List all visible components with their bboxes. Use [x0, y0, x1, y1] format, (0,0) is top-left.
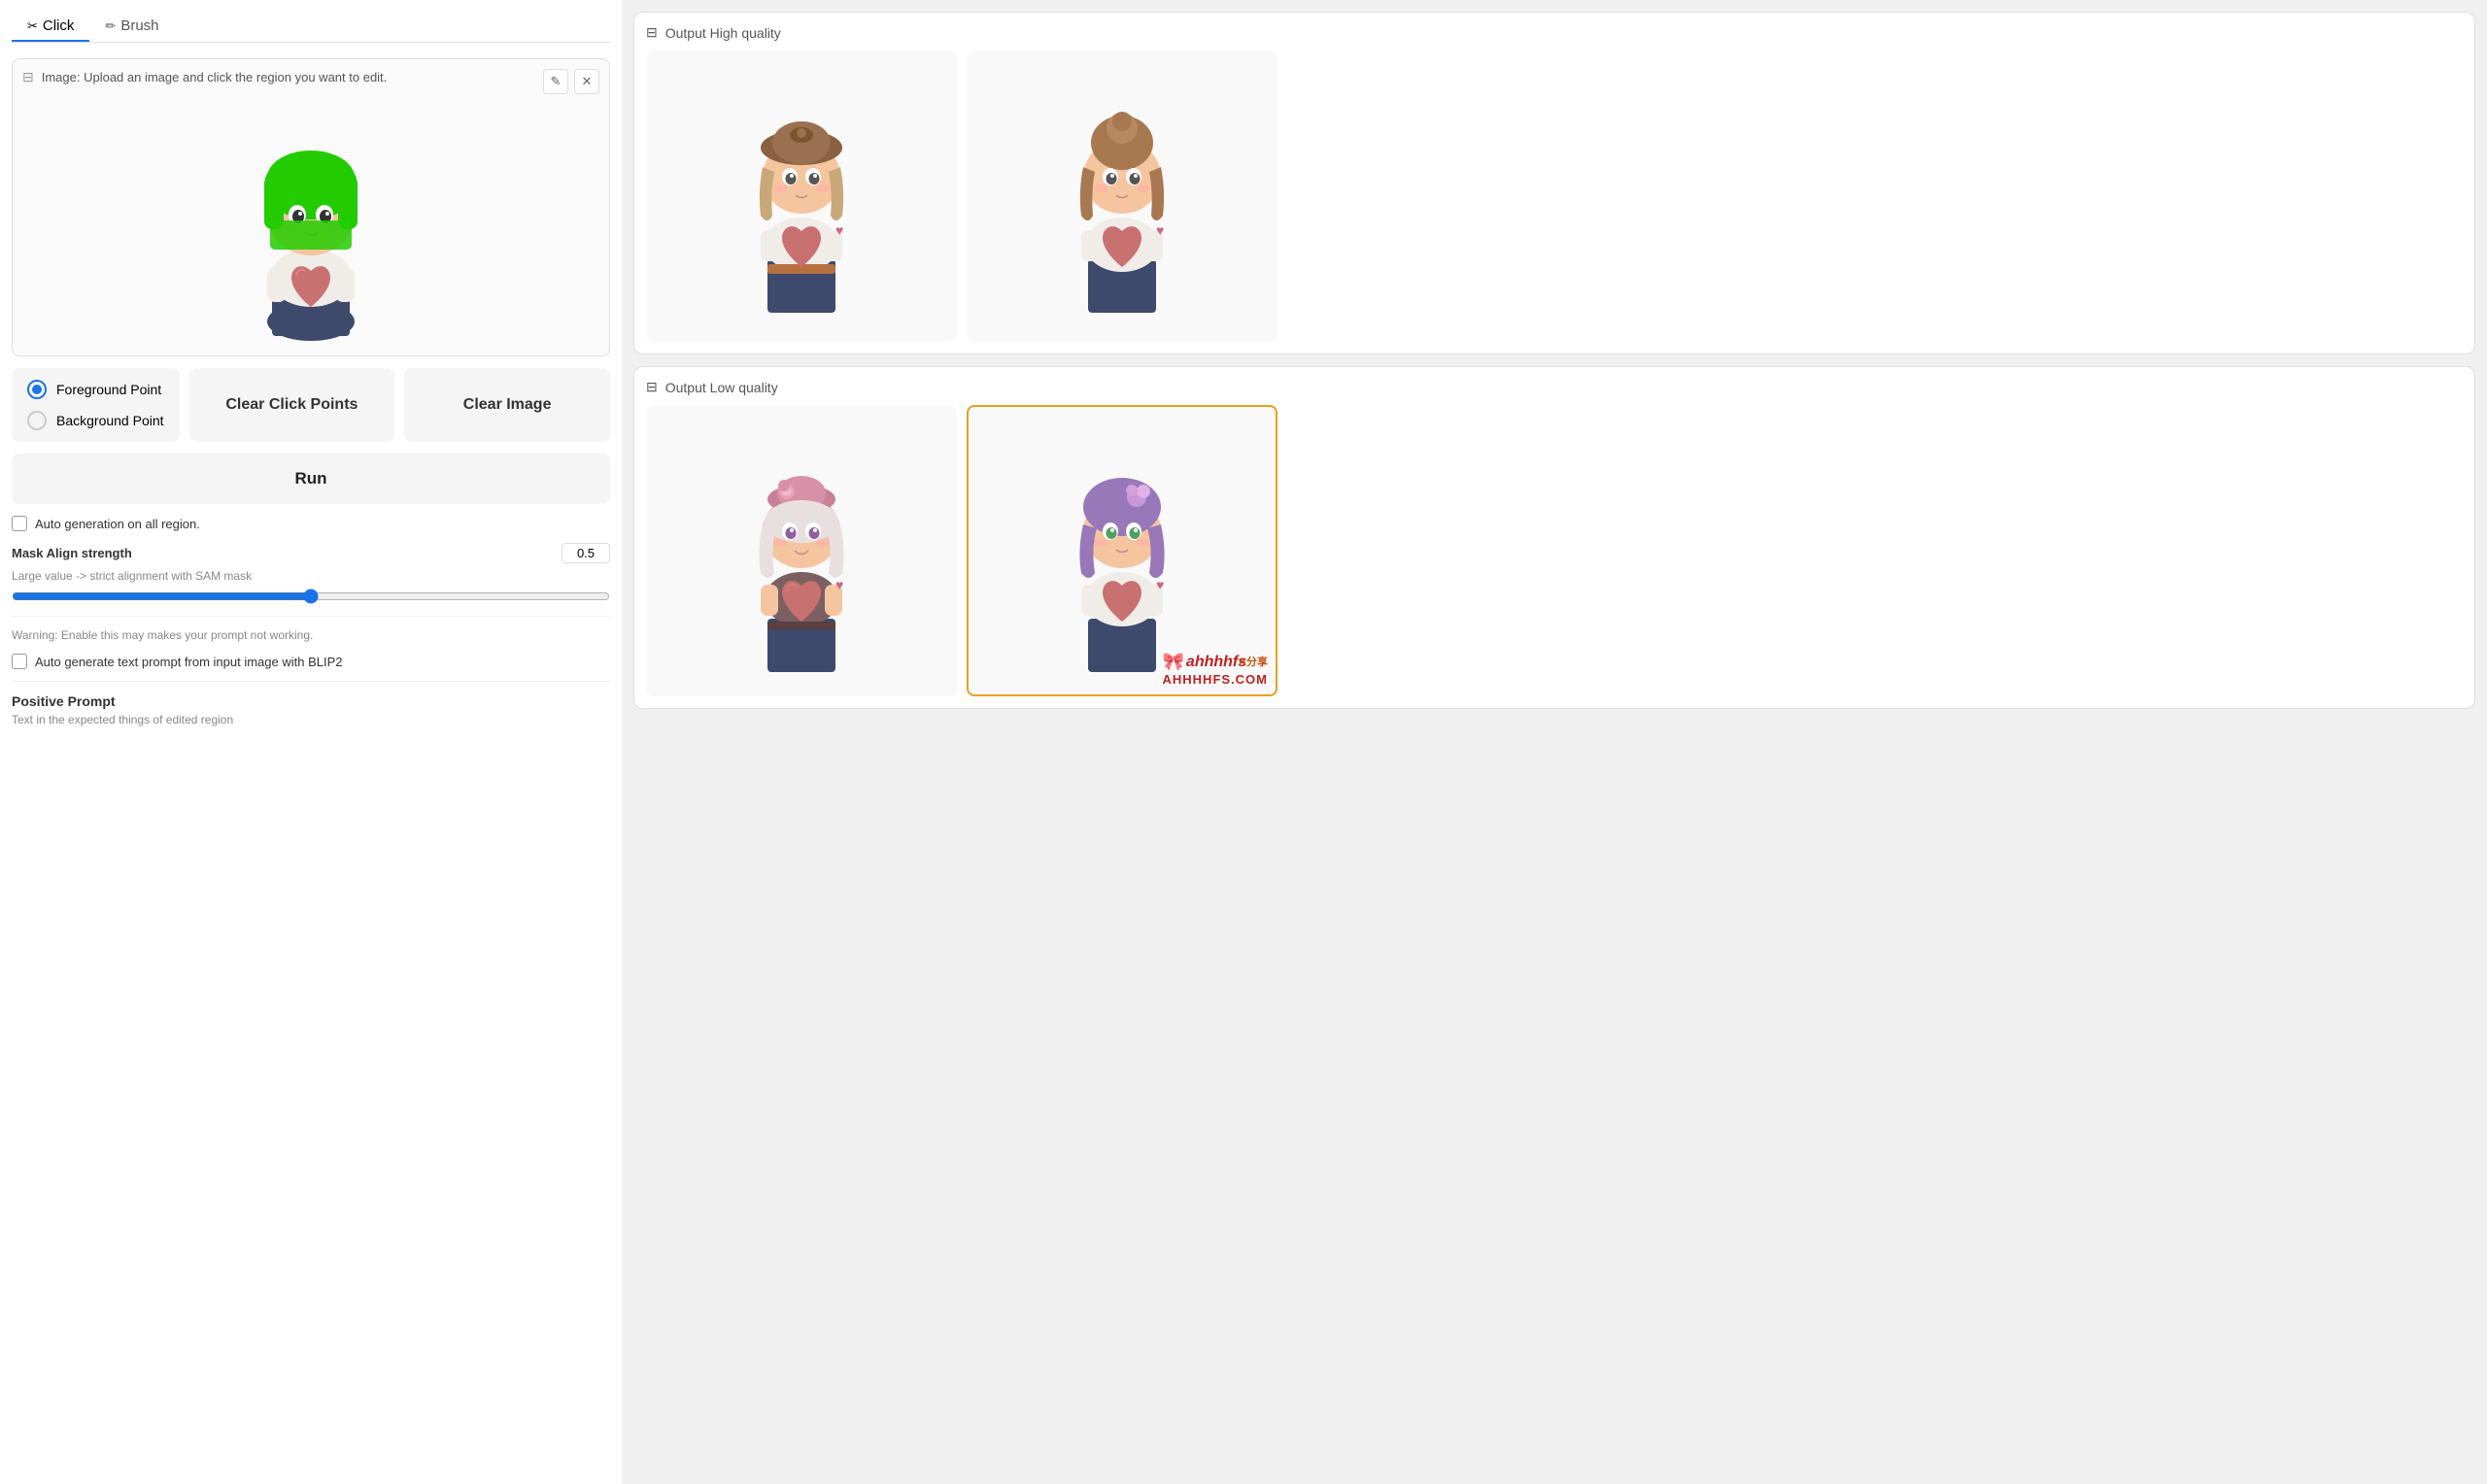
tab-brush[interactable]: ✏ Brush: [89, 12, 174, 42]
brush-icon: ✏: [105, 18, 116, 34]
mask-align-value[interactable]: [562, 543, 610, 563]
background-point-option[interactable]: Background Point: [27, 411, 164, 430]
divider-2: [12, 681, 610, 682]
output-lq-images: ♥: [646, 405, 2463, 696]
point-selector: Foreground Point Background Point: [12, 368, 180, 442]
lq-char-2-svg: ♥: [1035, 420, 1209, 682]
image-upload-area: ⊟ Image: Upload an image and click the r…: [12, 58, 610, 356]
run-button[interactable]: Run: [12, 454, 610, 504]
image-area-label: Image: Upload an image and click the reg…: [42, 70, 388, 84]
output-hq-title: Output High quality: [665, 25, 781, 41]
output-hq-image-1[interactable]: ♥: [646, 51, 957, 342]
blip2-row: Auto generate text prompt from input ima…: [12, 654, 610, 669]
output-hq-image-2[interactable]: ♥: [967, 51, 1278, 342]
lq-char-1-svg: ♥: [714, 420, 889, 682]
hq-char-2-svg: ♥: [1035, 65, 1209, 327]
output-lq-header: ⊟ Output Low quality: [646, 379, 2463, 395]
blip2-label: Auto generate text prompt from input ima…: [35, 655, 343, 669]
image-icon: ⊟: [22, 69, 34, 85]
tab-brush-label: Brush: [120, 17, 158, 34]
divider-1: [12, 616, 610, 617]
blip2-checkbox[interactable]: [12, 654, 27, 669]
foreground-point-option[interactable]: Foreground Point: [27, 380, 164, 399]
positive-prompt-label: Positive Prompt: [12, 693, 610, 709]
close-image-button[interactable]: ✕: [574, 69, 599, 94]
tab-click[interactable]: ✂ Click: [12, 12, 89, 42]
scissors-icon: ✂: [27, 18, 38, 34]
auto-generation-checkbox[interactable]: [12, 516, 27, 531]
auto-generation-row: Auto generation on all region.: [12, 516, 610, 531]
background-radio[interactable]: [27, 411, 47, 430]
mask-align-slider[interactable]: [12, 589, 610, 604]
input-image-svg: ♥: [214, 98, 408, 341]
hq-char-1-svg: ♥: [714, 65, 889, 327]
output-hq-images: ♥: [646, 51, 2463, 342]
foreground-radio[interactable]: [27, 380, 47, 399]
image-area-header: ⊟ Image: Upload an image and click the r…: [22, 69, 599, 85]
output-lq-image-1[interactable]: ♥: [646, 405, 957, 696]
positive-prompt-section: Positive Prompt Text in the expected thi…: [12, 693, 610, 726]
output-lq-title: Output Low quality: [665, 380, 778, 395]
slider-header: Mask Align strength: [12, 543, 610, 563]
output-high-quality-section: ⊟ Output High quality: [633, 12, 2475, 354]
clear-image-button[interactable]: Clear Image: [404, 368, 610, 442]
mask-align-hint: Large value -> strict alignment with SAM…: [12, 569, 610, 583]
edit-image-button[interactable]: ✎: [543, 69, 568, 94]
mask-align-label: Mask Align strength: [12, 546, 132, 560]
output-low-quality-section: ⊟ Output Low quality: [633, 366, 2475, 709]
clear-click-points-button[interactable]: Clear Click Points: [189, 368, 395, 442]
output-lq-image-2[interactable]: ♥ 🎀 ahhhhfs A分享 AHHHHFS.COM: [967, 405, 1278, 696]
image-area-actions: ✎ ✕: [543, 69, 599, 94]
foreground-point-label: Foreground Point: [56, 382, 161, 397]
image-preview[interactable]: ♥: [22, 93, 599, 346]
controls-row: Foreground Point Background Point Clear …: [12, 368, 610, 442]
auto-generation-label: Auto generation on all region.: [35, 517, 200, 531]
positive-prompt-hint: Text in the expected things of edited re…: [12, 713, 610, 726]
svg-text:♥: ♥: [835, 222, 843, 238]
tabs-container: ✂ Click ✏ Brush: [12, 12, 610, 43]
warning-text: Warning: Enable this may makes your prom…: [12, 628, 610, 642]
output-hq-icon: ⊟: [646, 24, 658, 41]
left-panel: ✂ Click ✏ Brush ⊟ Image: Upload an image…: [0, 0, 622, 1484]
svg-text:♥: ♥: [835, 577, 843, 592]
mask-align-section: Mask Align strength Large value -> stric…: [12, 543, 610, 604]
output-hq-header: ⊟ Output High quality: [646, 24, 2463, 41]
tab-click-label: Click: [43, 17, 75, 34]
svg-text:♥: ♥: [1156, 577, 1164, 592]
output-lq-icon: ⊟: [646, 379, 658, 395]
svg-text:♥: ♥: [1156, 222, 1164, 238]
background-point-label: Background Point: [56, 413, 164, 428]
right-panel: ⊟ Output High quality: [622, 0, 2487, 1484]
